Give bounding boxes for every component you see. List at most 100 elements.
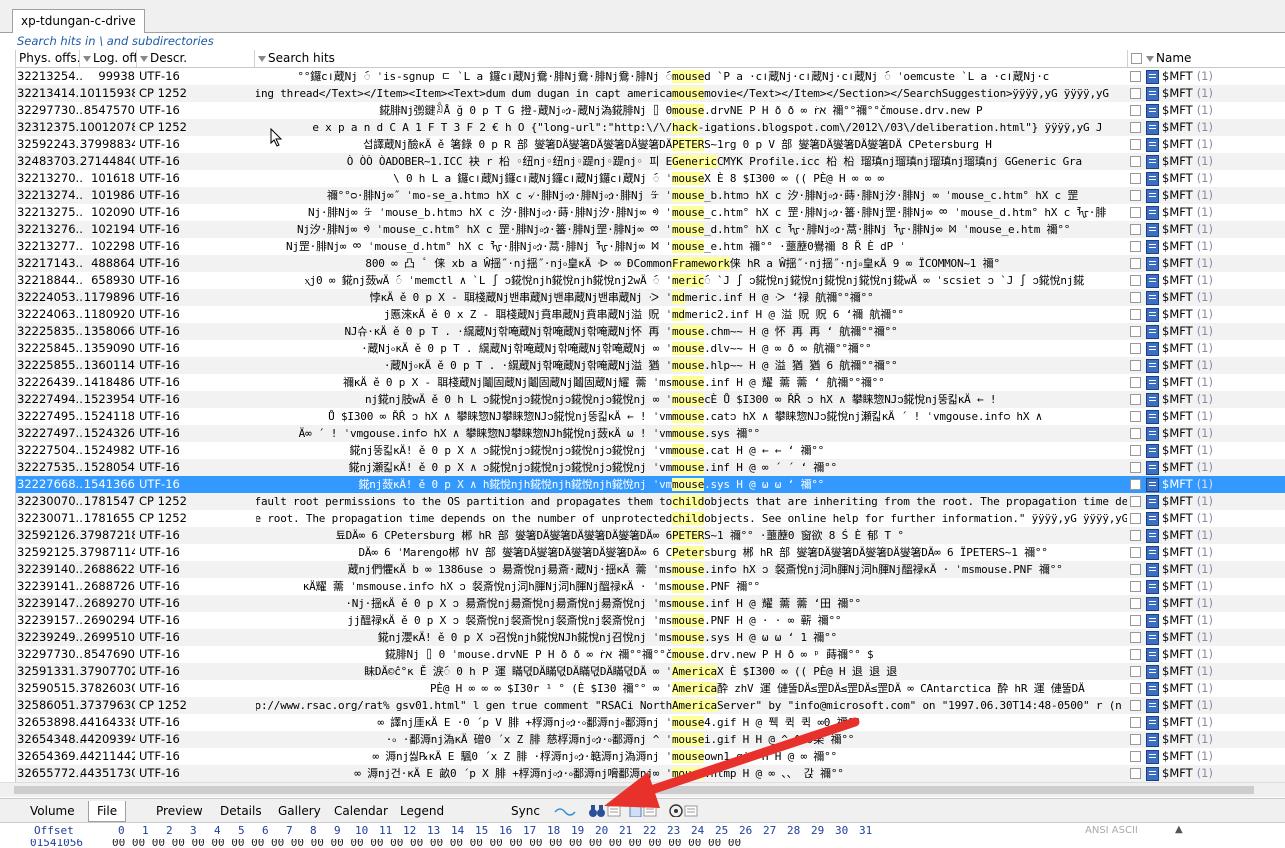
row-checkbox[interactable] — [1130, 734, 1141, 745]
column-header-phys-offset[interactable]: Phys. offs. — [16, 50, 80, 67]
horizontal-scrollbar[interactable] — [0, 782, 1285, 797]
table-row[interactable]: 32230070...1781547 CP 1252 = "Applies defa… — [16, 493, 1285, 510]
table-row[interactable]: 32239249... 2699510 UTF-16 錵nj瀴ĸÄ! ě 0 p X … — [16, 629, 1285, 646]
table-row[interactable]: 32239140... 2688622 UTF-16 蔵nj們懼ĸÄ b ∞ 1386… — [16, 561, 1285, 578]
row-checkbox-cell[interactable] — [1130, 544, 1142, 561]
table-row[interactable]: 32213277... 102298 UTF-16 Nj罡·腓Nj∞ ᢁ ˈmouse… — [16, 238, 1285, 255]
row-checkbox[interactable] — [1130, 479, 1141, 490]
row-checkbox-cell[interactable] — [1130, 153, 1142, 170]
row-checkbox[interactable] — [1130, 377, 1141, 388]
tab-volume[interactable]: Volume — [22, 801, 83, 821]
row-checkbox-cell[interactable] — [1130, 306, 1142, 323]
row-checkbox[interactable] — [1130, 326, 1141, 337]
binoculars-icon[interactable] — [587, 803, 623, 817]
table-row[interactable]: 32225835... 1358066 UTF-16 NJ슈·ĸÄ ě 0 p T .… — [16, 323, 1285, 340]
table-row[interactable]: 32224063... 1180920 UTF-16 j慝淶ĸÄ ě 0 x Z - … — [16, 306, 1285, 323]
table-row[interactable]: 32225855... 1360114 UTF-16 ·蔵Nj৹ĸÄ ě 0 p T … — [16, 357, 1285, 374]
row-checkbox-cell[interactable] — [1130, 442, 1142, 459]
row-checkbox-cell[interactable] — [1130, 272, 1142, 289]
row-checkbox[interactable] — [1130, 241, 1141, 252]
sync-button[interactable]: Sync — [503, 801, 548, 821]
table-row[interactable]: 32239147... 2689270 UTF-16 ·Nj·揺ĸÄ ě 0 p X … — [16, 595, 1285, 612]
target-icon[interactable] — [668, 803, 700, 817]
table-row[interactable]: 32227495... 1524118 UTF-16 Ů $I300 ∞ ŘŘ ᴐ h… — [16, 408, 1285, 425]
table-row[interactable]: 32213276... 102194 UTF-16 Nj汐·腓Nj∞ ᢀ ˈmouse… — [16, 221, 1285, 238]
tab-details[interactable]: Details — [212, 801, 270, 821]
row-checkbox[interactable] — [1130, 105, 1141, 116]
table-row[interactable]: 32213270... 101618 UTF-16 \ 0 h L a 鑼cו蔵Nj鑼… — [16, 170, 1285, 187]
row-checkbox[interactable] — [1130, 343, 1141, 354]
row-checkbox[interactable] — [1130, 122, 1141, 133]
table-row[interactable]: 32592125... 37987114 UTF-16 DÄ∞ 6 ˈMarengo郴… — [16, 544, 1285, 561]
scrollbar-thumb[interactable] — [14, 786, 1254, 794]
table-row[interactable]: 32213274... 101986 UTF-16 禰°°ᴑ·腓Nj∞˝ ˈmo-se… — [16, 187, 1285, 204]
tab-legend[interactable]: Legend — [392, 801, 452, 821]
table-row[interactable]: 32213414...10115938 CP 1252 dugan casting … — [16, 85, 1285, 102]
row-checkbox-cell[interactable] — [1130, 374, 1142, 391]
row-checkbox-cell[interactable] — [1130, 187, 1142, 204]
row-checkbox[interactable] — [1130, 683, 1141, 694]
row-checkbox[interactable] — [1130, 564, 1141, 575]
table-row[interactable]: 32586051...37379630 CP 1252 .1 "http://www… — [16, 697, 1285, 714]
row-checkbox-cell[interactable] — [1130, 85, 1142, 102]
table-row[interactable]: 32227535... 1528054 UTF-16 錵nj瀬킯ĸÄ! ě 0 p X… — [16, 459, 1285, 476]
row-checkbox[interactable] — [1130, 581, 1141, 592]
table-row[interactable]: 32312375... 10012078 CP 1252 e x p a n d C… — [16, 119, 1285, 136]
column-header-descr[interactable]: Descr. — [137, 50, 255, 67]
table-row[interactable]: 32213254... 99938 UTF-16 °°鑼cו蔵Nj ᯯ ˈis-sgn… — [16, 68, 1285, 85]
filter-icon[interactable] — [258, 55, 266, 62]
table-row[interactable]: 32225845... 1359090 UTF-16 ·蔵Nj৹ĸÄ ě 0 p T … — [16, 340, 1285, 357]
column-header-search-hits[interactable]: Search hits — [255, 50, 1128, 67]
select-all-checkbox[interactable] — [1131, 53, 1142, 64]
row-checkbox[interactable] — [1130, 394, 1141, 405]
table-row[interactable]: 32239141... 2688726 UTF-16 ĸÄ耀 薷 ˈmsmouse.i… — [16, 578, 1285, 595]
row-checkbox-cell[interactable] — [1130, 408, 1142, 425]
tab-preview[interactable]: Preview — [148, 801, 211, 821]
row-checkbox-cell[interactable] — [1130, 102, 1142, 119]
row-checkbox-cell[interactable] — [1130, 493, 1142, 510]
table-row[interactable]: 32218844... 658930 UTF-16 ⲭj0 ∞ 錵nj蔹wÄ ᯯ ˈm… — [16, 272, 1285, 289]
row-checkbox[interactable] — [1130, 156, 1141, 167]
filter-icon[interactable] — [1146, 55, 1154, 62]
row-checkbox[interactable] — [1130, 258, 1141, 269]
filter-icon[interactable] — [83, 55, 91, 62]
row-checkbox-cell[interactable] — [1130, 629, 1142, 646]
row-checkbox-cell[interactable] — [1130, 204, 1142, 221]
table-row[interactable]: 32227494... 1523954 UTF-16 nj錵nj肢wÄ ě 0 h L… — [16, 391, 1285, 408]
row-checkbox-cell[interactable] — [1130, 748, 1142, 765]
table-row[interactable]: 32591331... 37907702 UTF-16 眛DÄ©ĉ°ĸ Ě 涙ᯯ 0 … — [16, 663, 1285, 680]
row-checkbox[interactable] — [1130, 360, 1141, 371]
row-checkbox[interactable] — [1130, 88, 1141, 99]
table-row[interactable]: 32297730... 8547570 UTF-16 錵腓Nj彅鍵ꀢÅ ğ 0 p T… — [16, 102, 1285, 119]
row-checkbox[interactable] — [1130, 275, 1141, 286]
row-checkbox[interactable] — [1130, 173, 1141, 184]
row-checkbox-cell[interactable] — [1130, 238, 1142, 255]
row-checkbox[interactable] — [1130, 309, 1141, 320]
table-row[interactable]: 32227504... 1524982 UTF-16 錵nj뚱킯ĸÄ! ě 0 p X… — [16, 442, 1285, 459]
row-checkbox[interactable] — [1130, 462, 1141, 473]
table-row[interactable]: 32654369... 44211442 UTF-16 ∞ 溽nj씷℞ĸÄ E 颿0 … — [16, 748, 1285, 765]
table-row[interactable]: 32483703... 27144840 UTF-16 Ò ÒÒ ÒADOBER~1.… — [16, 153, 1285, 170]
row-checkbox[interactable] — [1130, 428, 1141, 439]
column-header-name[interactable]: Name — [1128, 50, 1285, 67]
table-row[interactable]: 32590515... 37826030 UTF-16 PÈ@ H ∞ ∞ ∞ $I3… — [16, 680, 1285, 697]
table-row[interactable]: 32653898... 44164338 UTF-16 ∞ 譯nj厓ĸÄ E ·0 ´… — [16, 714, 1285, 731]
tab-calendar[interactable]: Calendar — [326, 801, 396, 821]
table-row[interactable]: 32592126... 37987218 UTF-16 툐DÄ∞ 6 CPetersb… — [16, 527, 1285, 544]
row-checkbox[interactable] — [1130, 768, 1141, 779]
row-checkbox[interactable] — [1130, 717, 1141, 728]
row-checkbox-cell[interactable] — [1130, 340, 1142, 357]
table-row[interactable]: 32297730... 8547690 UTF-16 錵腓Nj ⌷ 0 ˈmouse.… — [16, 646, 1285, 663]
table-row[interactable]: 32654348... 44209394 UTF-16 ·৹ ·鄱溽nj溈ĸÄ 磳0 … — [16, 731, 1285, 748]
row-checkbox-cell[interactable] — [1130, 170, 1142, 187]
row-checkbox-cell[interactable] — [1130, 612, 1142, 629]
table-row[interactable]: 32217143... 488864 UTF-16 800 ∞ 凸 ٴ 俫 xb a … — [16, 255, 1285, 272]
row-checkbox-cell[interactable] — [1130, 136, 1142, 153]
row-checkbox[interactable] — [1130, 700, 1141, 711]
row-checkbox[interactable] — [1130, 207, 1141, 218]
row-checkbox[interactable] — [1130, 615, 1141, 626]
row-checkbox-cell[interactable] — [1130, 255, 1142, 272]
row-checkbox-cell[interactable] — [1130, 646, 1142, 663]
row-checkbox-cell[interactable] — [1130, 731, 1142, 748]
row-checkbox-cell[interactable] — [1130, 459, 1142, 476]
